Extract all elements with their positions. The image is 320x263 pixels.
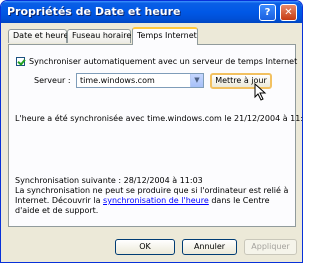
chevron-down-icon[interactable]: ▼ bbox=[190, 74, 203, 87]
server-combobox[interactable]: time.windows.com ▼ bbox=[76, 73, 204, 88]
apply-button[interactable]: Appliquer bbox=[244, 239, 297, 255]
title-bar[interactable]: Propriétés de Date et heure ? ✕ bbox=[1, 1, 302, 23]
date-time-properties-dialog: Propriétés de Date et heure ? ✕ Date et … bbox=[0, 0, 303, 263]
server-label: Serveur : bbox=[34, 76, 71, 85]
tab-time-zone[interactable]: Fuseau horaire bbox=[67, 29, 131, 43]
sync-checkbox-label[interactable]: Synchroniser automatiquement avec un ser… bbox=[29, 57, 297, 66]
mouse-cursor-icon bbox=[254, 83, 267, 101]
close-button[interactable]: ✕ bbox=[280, 4, 297, 21]
sync-info-paragraph: La synchronisation ne peut se produire q… bbox=[15, 186, 295, 216]
window-title: Propriétés de Date et heure bbox=[7, 5, 181, 18]
sync-status-text: L'heure a été synchronisée avec time.win… bbox=[15, 114, 303, 123]
tab-date-time[interactable]: Date et heure bbox=[8, 29, 68, 43]
server-value: time.windows.com bbox=[80, 76, 155, 85]
cancel-button[interactable]: Annuler bbox=[182, 239, 237, 255]
ok-button[interactable]: OK bbox=[115, 239, 175, 255]
time-sync-help-link[interactable]: synchronisation de l'heure bbox=[103, 196, 209, 205]
tab-internet-time[interactable]: Temps Internet bbox=[132, 27, 198, 45]
help-button[interactable]: ? bbox=[259, 4, 276, 21]
next-sync-text: Synchronisation suivante : 28/12/2004 à … bbox=[15, 176, 203, 185]
sync-checkbox[interactable] bbox=[16, 57, 25, 66]
